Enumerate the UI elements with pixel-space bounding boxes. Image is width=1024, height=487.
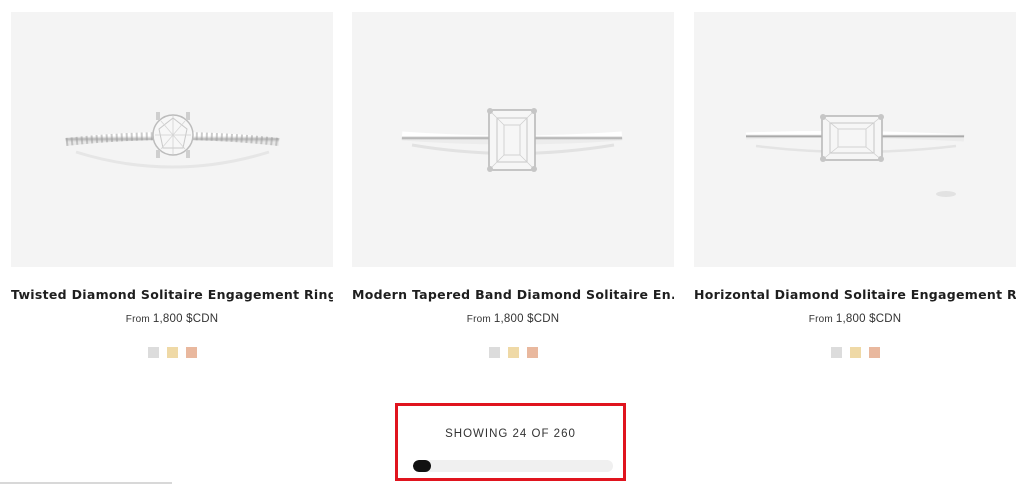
price-value: 1,800 $CDN	[835, 313, 902, 325]
ring-horizontal-image	[745, 114, 965, 197]
price-value: 1,800 $CDN	[152, 313, 219, 325]
swatch-yellow-gold[interactable]	[507, 347, 519, 358]
product-title[interactable]: Modern Tapered Band Diamond Solitaire En…	[352, 287, 674, 307]
product-price: From 1,800 $CDN	[11, 313, 333, 325]
ring-twisted-image	[65, 112, 280, 169]
product-grid: Twisted Diamond Solitaire Engagement Rin…	[0, 0, 1024, 380]
results-progress-fill	[413, 460, 432, 472]
product-price: From 1,800 $CDN	[694, 313, 1016, 325]
ring-tapered-image	[401, 108, 623, 172]
product-card[interactable]: Modern Tapered Band Diamond Solitaire En…	[352, 12, 674, 358]
product-image[interactable]	[352, 12, 674, 267]
swatch-rose-gold[interactable]	[185, 347, 197, 358]
product-image[interactable]	[11, 12, 333, 267]
swatch-rose-gold[interactable]	[868, 347, 880, 358]
showing-count-text: SHOWING 24 OF 260	[445, 428, 576, 440]
price-value: 1,800 $CDN	[493, 313, 560, 325]
metal-swatches	[694, 347, 1016, 358]
metal-swatches	[352, 347, 674, 358]
product-card[interactable]: Horizontal Diamond Solitaire Engagement …	[694, 12, 1016, 358]
metal-swatches	[11, 347, 333, 358]
product-title[interactable]: Twisted Diamond Solitaire Engagement Rin…	[11, 287, 333, 307]
divider	[0, 482, 172, 484]
price-prefix: From	[125, 314, 150, 325]
swatch-rose-gold[interactable]	[526, 347, 538, 358]
price-prefix: From	[808, 314, 833, 325]
swatch-yellow-gold[interactable]	[849, 347, 861, 358]
results-progress-bar	[413, 460, 613, 472]
price-prefix: From	[466, 314, 491, 325]
swatch-white-gold[interactable]	[147, 347, 159, 358]
swatch-white-gold[interactable]	[488, 347, 500, 358]
product-image[interactable]	[694, 12, 1016, 267]
swatch-yellow-gold[interactable]	[166, 347, 178, 358]
pagination-status-highlight: SHOWING 24 OF 260	[395, 403, 626, 481]
product-card[interactable]: Twisted Diamond Solitaire Engagement Rin…	[11, 12, 333, 358]
product-price: From 1,800 $CDN	[352, 313, 674, 325]
swatch-white-gold[interactable]	[830, 347, 842, 358]
product-title[interactable]: Horizontal Diamond Solitaire Engagement …	[694, 287, 1016, 307]
